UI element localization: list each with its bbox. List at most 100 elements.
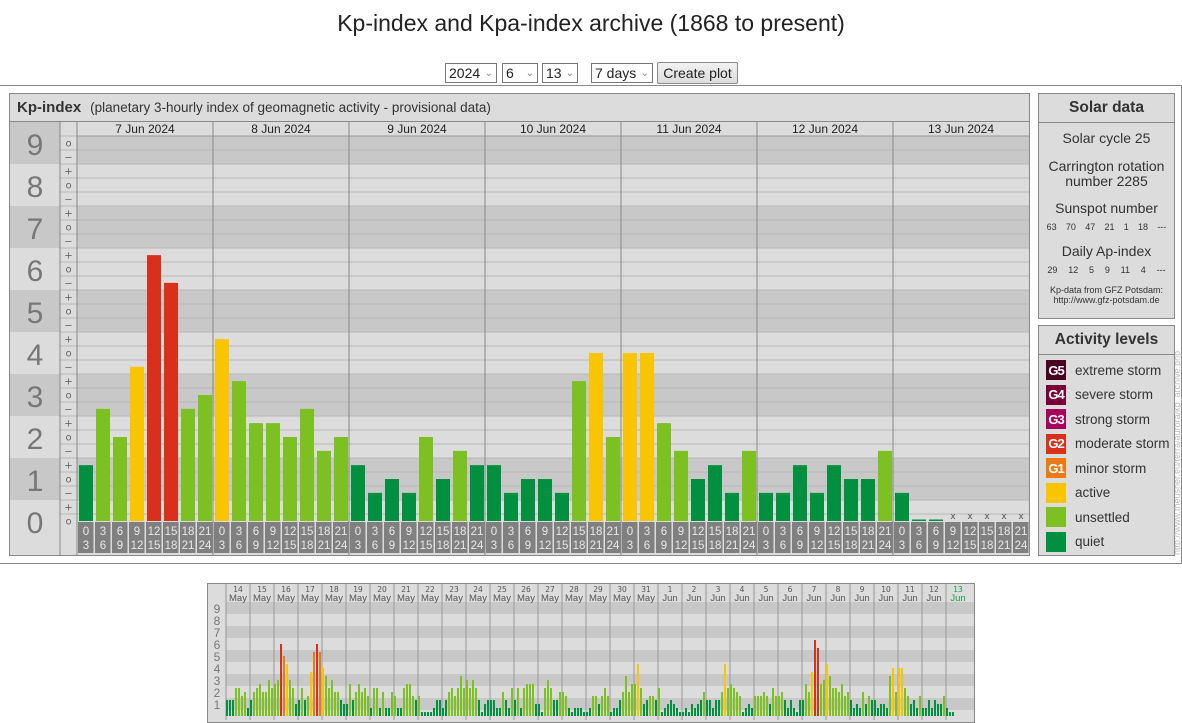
kp-bar <box>757 695 759 716</box>
kp-bar <box>373 688 375 716</box>
interval-start: 21 <box>199 526 212 538</box>
kp-bar <box>598 704 600 716</box>
kp-bar <box>667 704 669 716</box>
kp-bar <box>470 465 484 521</box>
interval-start: 3 <box>100 526 106 538</box>
activity-level-severe-storm: G4 severe storm <box>1039 383 1174 408</box>
kp-bar <box>253 692 255 716</box>
kp-bar <box>943 695 945 716</box>
minor-tick-symbol: − <box>64 195 72 206</box>
kp-bar <box>589 707 591 716</box>
kp-bar <box>215 339 229 521</box>
interval-end: 12 <box>947 540 960 552</box>
level-label: strong storm <box>1075 411 1151 427</box>
kp-bar <box>847 692 849 716</box>
level-label: active <box>1075 485 1111 501</box>
kp-bar <box>232 700 234 716</box>
interval-start: 9 <box>134 526 140 538</box>
interval-start: 21 <box>1015 526 1028 538</box>
interval-end: 12 <box>811 540 824 552</box>
level-label: quiet <box>1075 534 1105 550</box>
interval-start: 0 <box>355 526 361 538</box>
interval-start: 6 <box>661 526 667 538</box>
missing-mark: x <box>984 512 990 522</box>
kp-bar <box>547 680 549 716</box>
kp-bar <box>526 683 528 716</box>
kp-bar <box>619 700 621 716</box>
kp-bar <box>916 707 918 716</box>
year-select[interactable]: 2024 ⌄ <box>445 63 497 83</box>
level-swatch: G4 <box>1046 384 1066 405</box>
interval-start: 12 <box>420 526 433 538</box>
create-plot-button[interactable]: Create plot <box>657 62 738 84</box>
interval-end: 3 <box>627 540 633 552</box>
missing-mark: x <box>967 512 973 522</box>
plot-band <box>77 206 1029 248</box>
minor-tick-symbol: o <box>65 475 71 486</box>
interval-start: 3 <box>644 526 650 538</box>
kp-bar <box>721 692 723 716</box>
kp-bar <box>661 712 663 716</box>
kp-bar <box>742 450 756 521</box>
interval-end: 21 <box>590 540 603 552</box>
sunspot-value: 70 <box>1065 222 1076 232</box>
level-swatch <box>1046 482 1066 503</box>
kp-bar <box>504 492 518 521</box>
kp-bar <box>592 695 594 716</box>
kp-bar <box>370 707 372 716</box>
interval-start: 9 <box>814 526 820 538</box>
range-select[interactable]: 7 days ⌄ <box>591 63 653 83</box>
minor-tick-symbol: − <box>64 489 72 500</box>
credit-link[interactable]: http://www.gfz-potsdam.de <box>1039 295 1174 305</box>
kp-bar <box>589 353 603 521</box>
kp-bar <box>718 700 720 716</box>
kp-bar <box>457 688 459 716</box>
kp-bar <box>256 688 258 716</box>
interval-start: 3 <box>372 526 378 538</box>
kp-bar <box>748 704 750 716</box>
kp-bar <box>418 695 420 716</box>
kp-bar <box>907 695 909 716</box>
kp-bar <box>682 712 684 716</box>
minor-tick-symbol: − <box>64 447 72 458</box>
kp-bar <box>820 683 822 716</box>
day-select[interactable]: 13 ⌄ <box>542 63 578 83</box>
day-month: May <box>229 593 247 604</box>
kp-bar <box>880 704 882 716</box>
interval-end: 18 <box>981 540 994 552</box>
interval-start: 18 <box>182 526 195 538</box>
chevron-down-icon: ⌄ <box>484 67 493 79</box>
y-tick-label: 7 <box>27 213 44 246</box>
level-label: moderate storm <box>1075 436 1170 452</box>
kp-bar <box>637 664 639 716</box>
kp-bar <box>781 692 783 716</box>
y-tick-label: 4 <box>214 662 221 676</box>
kp-bar <box>913 700 915 716</box>
kp-bar <box>685 707 687 716</box>
page-title: Kp-index and Kpa-index archive (1868 to … <box>337 10 845 36</box>
overview-chart[interactable]: 12345678914May15May16May17May18May19May2… <box>208 584 974 720</box>
kp-bar <box>700 700 702 716</box>
kp-bar <box>649 695 651 716</box>
kp-bar <box>850 700 852 716</box>
kp-bar <box>616 707 618 716</box>
kp-bar <box>436 700 438 716</box>
kp-bar <box>793 707 795 716</box>
sunspot-value: 47 <box>1085 222 1096 232</box>
interval-start: 12 <box>692 526 705 538</box>
activity-level-minor-storm: G1 minor storm <box>1039 456 1174 481</box>
kp-bar <box>259 683 261 716</box>
kp-bar <box>415 700 417 716</box>
kp-bar <box>688 712 690 716</box>
kp-bar <box>460 676 462 716</box>
day-value: 13 <box>546 65 562 81</box>
kp-bar <box>883 704 885 716</box>
kp-bar <box>871 700 873 716</box>
level-label: severe storm <box>1075 387 1154 403</box>
minor-tick-symbol: o <box>65 517 71 528</box>
kp-bar <box>658 688 660 716</box>
kp-bar <box>555 492 569 521</box>
interval-start: 21 <box>335 526 348 538</box>
day-month: Jun <box>686 593 701 604</box>
month-select[interactable]: 6 ⌄ <box>502 63 538 83</box>
